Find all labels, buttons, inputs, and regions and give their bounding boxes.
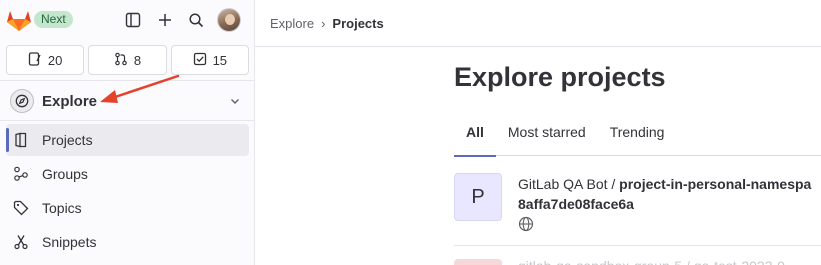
sidebar-item-label: Projects xyxy=(42,132,93,148)
merge-requests-icon xyxy=(114,52,128,69)
plus-icon[interactable] xyxy=(155,10,175,30)
earth-icon xyxy=(518,216,534,232)
sidebar-divider xyxy=(0,120,254,121)
sidebar-item-label: Snippets xyxy=(42,234,97,250)
annotation-arrow xyxy=(100,74,180,103)
sidebar-item-label: Groups xyxy=(42,166,88,182)
user-avatar[interactable] xyxy=(217,8,241,32)
header-divider xyxy=(255,46,821,47)
project-icon xyxy=(12,131,30,149)
sidebar-item-groups[interactable]: Groups xyxy=(6,158,249,190)
project-tabs: All Most starred Trending xyxy=(454,118,821,157)
merge-requests-counter-button[interactable]: 8 xyxy=(88,45,167,75)
chevron-down-icon xyxy=(229,94,241,112)
todo-count: 15 xyxy=(212,52,228,68)
compass-icon xyxy=(10,89,34,113)
breadcrumb-explore-link[interactable]: Explore xyxy=(270,16,314,31)
project-namespace: GitLab QA Bot / xyxy=(518,176,620,192)
project-title[interactable]: GitLab QA Bot / project-in-personal-name… xyxy=(518,176,821,192)
page-title: Explore projects xyxy=(454,62,666,92)
gitlab-logo[interactable] xyxy=(6,8,32,32)
project-avatar[interactable]: P xyxy=(454,173,502,221)
todo-counter-button[interactable]: 15 xyxy=(170,45,249,75)
tab-most-starred[interactable]: Most starred xyxy=(496,118,598,156)
breadcrumb: Explore › Projects xyxy=(270,16,384,31)
sidebar-nav: Projects Groups Topics Snippets xyxy=(6,124,249,260)
tab-all[interactable]: All xyxy=(454,118,496,157)
main-content: Explore › Projects Explore projects All … xyxy=(255,0,821,265)
project-name: project-in-personal-namespa xyxy=(619,176,812,192)
sidebar: Next 20 8 15 Explore Projects Groups Top… xyxy=(0,0,255,265)
issues-count: 20 xyxy=(47,52,63,68)
label-icon xyxy=(12,199,30,217)
sidebar-item-snippets[interactable]: Snippets xyxy=(6,226,249,258)
breadcrumb-separator: › xyxy=(321,16,326,31)
issues-counter-button[interactable]: 20 xyxy=(6,45,85,75)
todo-icon xyxy=(193,52,207,69)
sidebar-topbar: Next xyxy=(0,0,254,42)
groups-icon xyxy=(12,165,30,183)
tab-trending[interactable]: Trending xyxy=(598,118,677,156)
project-name-continued[interactable]: 8affa7de08face6a xyxy=(518,196,634,212)
breadcrumb-current: Projects xyxy=(332,16,384,31)
sidebar-item-label: Topics xyxy=(42,200,82,216)
next-badge[interactable]: Next xyxy=(34,11,73,28)
project-title[interactable]: gitlab-qa-sandbox-group-5 / qa-test-2023… xyxy=(518,258,821,265)
sidebar-toggle-icon[interactable] xyxy=(123,10,143,30)
snippet-icon xyxy=(12,233,30,251)
issues-icon xyxy=(28,51,42,69)
merge-requests-count: 8 xyxy=(133,52,142,68)
search-icon[interactable] xyxy=(186,10,206,30)
project-avatar[interactable] xyxy=(454,259,502,265)
counter-bar: 20 8 15 xyxy=(6,45,249,75)
sidebar-item-topics[interactable]: Topics xyxy=(6,192,249,224)
section-title: Explore xyxy=(42,92,98,110)
sidebar-item-projects[interactable]: Projects xyxy=(6,124,249,156)
project-list-item[interactable]: P GitLab QA Bot / project-in-personal-na… xyxy=(454,156,821,246)
